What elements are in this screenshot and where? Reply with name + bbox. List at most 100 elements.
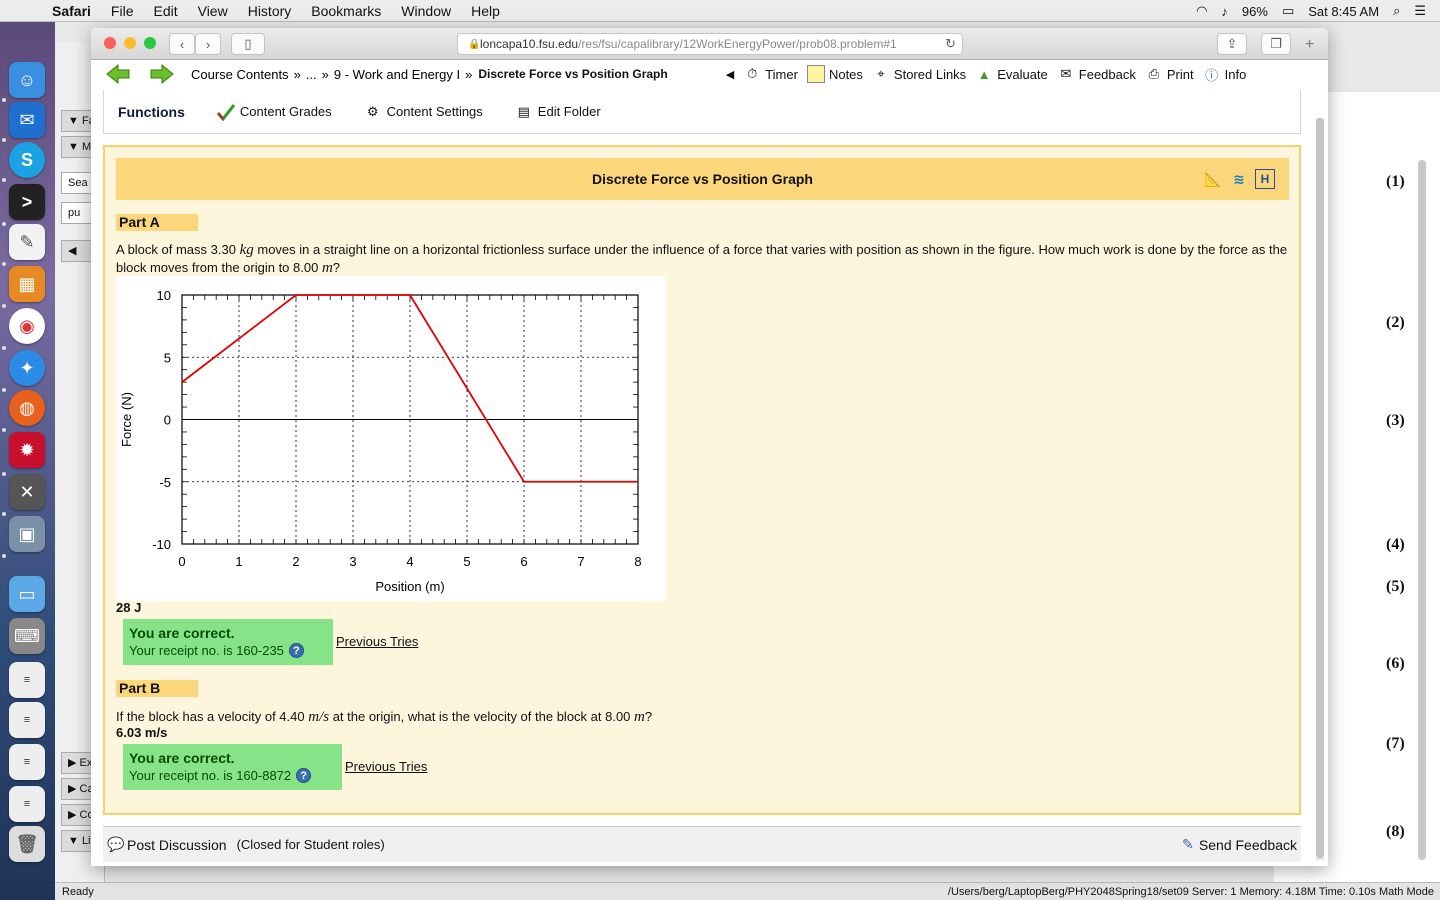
- breadcrumb-course-contents[interactable]: Course Contents: [191, 67, 289, 82]
- calendar-app-icon[interactable]: ✹: [9, 432, 45, 468]
- document-thumbnail-icon[interactable]: ≡: [9, 786, 45, 822]
- firefox-icon[interactable]: ◍: [9, 390, 45, 426]
- folder-icon[interactable]: ▭: [9, 576, 45, 612]
- new-tab-button[interactable]: +: [1305, 36, 1314, 54]
- background-scrollbar[interactable]: [1418, 160, 1426, 860]
- document-thumbnail-icon[interactable]: ≡: [9, 702, 45, 738]
- part-a-receipt: Your receipt no. is 160-235?: [129, 643, 327, 658]
- notes-tool[interactable]: Notes: [806, 65, 863, 83]
- arrow-right-icon: [150, 64, 174, 84]
- safari-icon[interactable]: ✦: [9, 350, 45, 386]
- content-grades-link[interactable]: Content Grades: [215, 101, 332, 123]
- forward-button[interactable]: ›: [195, 33, 221, 55]
- stored-links-tool[interactable]: ⌖ Stored Links: [872, 65, 966, 83]
- ruler-icon[interactable]: 📐: [1203, 169, 1223, 189]
- address-bar[interactable]: 🔒 loncapa10.fsu.edu/res/fsu/capalibrary/…: [457, 33, 963, 55]
- discussion-bar: 💬 Post Discussion (Closed for Student ro…: [103, 826, 1301, 862]
- send-feedback-link[interactable]: ✎ Send Feedback: [1177, 836, 1297, 853]
- preview-icon[interactable]: ▣: [9, 516, 45, 552]
- functions-bar: Functions Content Grades ⚙ Content Setti…: [103, 90, 1301, 134]
- terminal-icon[interactable]: >: [9, 184, 45, 220]
- chrome-icon[interactable]: ◉: [9, 308, 45, 344]
- arrow-left-icon: [106, 64, 130, 84]
- post-discussion-link[interactable]: 💬 Post Discussion: [105, 836, 226, 853]
- spotlight-search-icon[interactable]: ⌕: [1393, 3, 1400, 19]
- help-question-icon[interactable]: ?: [288, 643, 304, 658]
- question-number: (4): [1386, 536, 1405, 553]
- textedit-icon[interactable]: ✎: [9, 224, 45, 260]
- keyboard-icon[interactable]: ⌨: [9, 618, 45, 654]
- menu-view[interactable]: View: [198, 3, 228, 19]
- unit-kg: kg: [239, 242, 254, 258]
- checkmark-icon: [215, 101, 237, 123]
- calculator-icon[interactable]: ▦: [9, 266, 45, 302]
- scrollbar-thumb[interactable]: [1316, 118, 1324, 858]
- running-indicator: [2, 222, 6, 226]
- functions-title: Functions: [118, 103, 185, 120]
- zoom-window-button[interactable]: [144, 37, 156, 49]
- volume-icon[interactable]: ♪: [1221, 4, 1228, 19]
- x-tick-label: 4: [406, 554, 413, 569]
- part-b-receipt: Your receipt no. is 160-8872?: [129, 768, 336, 783]
- part-a-text: A block of mass 3.30: [116, 242, 240, 257]
- notification-center-icon[interactable]: ☰: [1414, 3, 1426, 19]
- printer-icon: ⎙: [1148, 66, 1160, 81]
- skype-icon[interactable]: S: [9, 142, 45, 178]
- tabs-icon: ❐: [1270, 36, 1282, 51]
- help-h-icon[interactable]: H: [1255, 169, 1275, 189]
- running-indicator: [2, 304, 6, 308]
- part-b-previous-tries-link[interactable]: Previous Tries: [345, 759, 427, 774]
- question-number: (3): [1386, 412, 1405, 429]
- document-thumbnail-icon[interactable]: ≡: [9, 744, 45, 780]
- finder-icon[interactable]: ☺: [9, 62, 45, 98]
- timer-tool[interactable]: ⏱ Timer: [743, 65, 798, 83]
- breadcrumb-folder[interactable]: 9 - Work and Energy I: [334, 67, 460, 82]
- mail-icon[interactable]: ✉: [9, 102, 45, 138]
- print-tool[interactable]: ⎙ Print: [1145, 65, 1194, 83]
- previous-resource-button[interactable]: [105, 64, 131, 84]
- edit-folder-icon: ▤: [517, 103, 530, 119]
- collapse-tools-icon[interactable]: ◀: [726, 68, 734, 81]
- y-tick-label: -10: [152, 537, 171, 552]
- reload-icon[interactable]: ↻: [945, 36, 956, 52]
- battery-percent[interactable]: 96%: [1242, 4, 1268, 19]
- menubar-clock[interactable]: Sat 8:45 AM: [1308, 4, 1379, 19]
- info-tool[interactable]: ⓘ Info: [1203, 65, 1246, 83]
- menu-app-name[interactable]: Safari: [52, 3, 91, 19]
- minimize-window-button[interactable]: [124, 37, 136, 49]
- notes-icon: [806, 65, 825, 83]
- breadcrumb-ellipsis[interactable]: ...: [306, 67, 317, 82]
- y-tick-label: -5: [159, 475, 171, 490]
- battery-icon[interactable]: ▭: [1282, 3, 1294, 19]
- next-resource-button[interactable]: [149, 64, 175, 84]
- trash-icon[interactable]: 🗑: [9, 826, 45, 862]
- edit-folder-link[interactable]: ▤ Edit Folder: [513, 101, 601, 123]
- close-window-button[interactable]: [104, 37, 116, 49]
- menu-help[interactable]: Help: [471, 3, 500, 19]
- menu-edit[interactable]: Edit: [153, 3, 177, 19]
- evaluate-tool[interactable]: ▲ Evaluate: [975, 65, 1048, 83]
- graph-icon[interactable]: ≋: [1229, 169, 1249, 189]
- feedback-tool[interactable]: ✉ Feedback: [1057, 65, 1136, 83]
- part-a-previous-tries-link[interactable]: Previous Tries: [336, 634, 418, 649]
- help-question-icon[interactable]: ?: [296, 768, 312, 783]
- share-button[interactable]: ⇪: [1217, 33, 1247, 55]
- part-a-correct-box: You are correct. Your receipt no. is 160…: [123, 619, 333, 665]
- tabs-overview-button[interactable]: ❐: [1261, 33, 1291, 55]
- menu-window[interactable]: Window: [401, 3, 451, 19]
- page-scrollbar[interactable]: [1316, 118, 1324, 860]
- sidebar-toggle-button[interactable]: ▯: [231, 33, 265, 55]
- document-thumbnail-icon[interactable]: ≡: [9, 662, 45, 698]
- menu-file[interactable]: File: [111, 3, 134, 19]
- back-button[interactable]: ‹: [169, 33, 195, 55]
- lock-icon: 🔒: [468, 38, 481, 50]
- x11-icon[interactable]: ✕: [9, 474, 45, 510]
- menu-history[interactable]: History: [248, 3, 292, 19]
- problem-header-icons: 📐 ≋ H: [1203, 169, 1275, 189]
- menu-bookmarks[interactable]: Bookmarks: [311, 3, 381, 19]
- wifi-icon[interactable]: ◠: [1196, 3, 1207, 19]
- url-path: /res/fsu/capalibrary/12WorkEnergyPower/p…: [578, 37, 897, 51]
- x-tick-label: 1: [235, 554, 242, 569]
- part-a-answer: 28 J: [116, 600, 142, 615]
- content-settings-link[interactable]: ⚙ Content Settings: [362, 101, 483, 123]
